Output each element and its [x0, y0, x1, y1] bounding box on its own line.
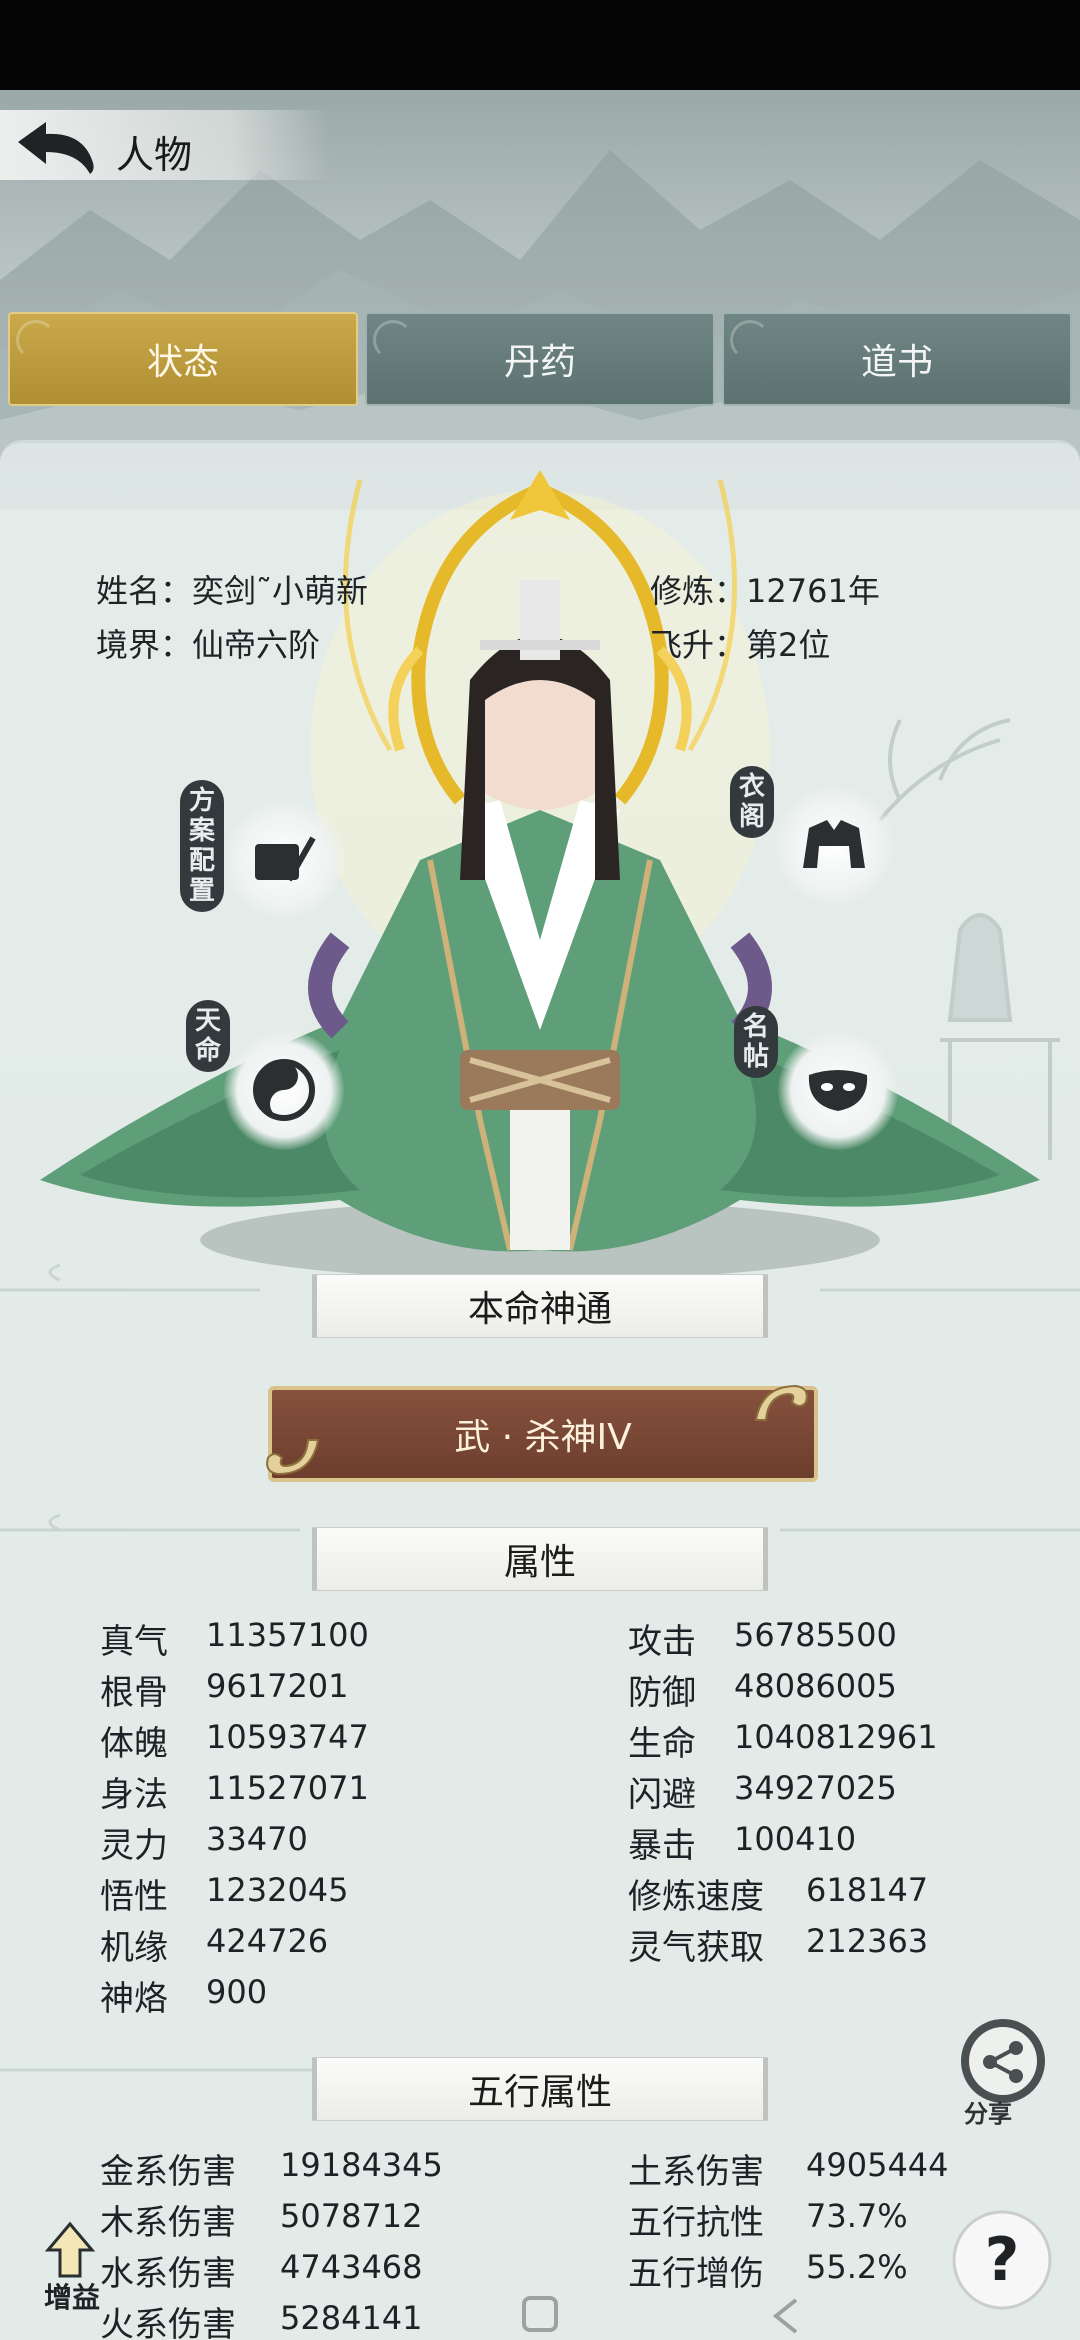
- stat-value: 9617201: [206, 1667, 349, 1705]
- tab-ornament: [373, 320, 413, 360]
- stat-name: 金系伤害: [100, 2152, 236, 2192]
- stat-name: 悟性: [100, 1877, 168, 1917]
- status-bar: [0, 0, 1080, 90]
- stat-value: 212363: [806, 1922, 929, 1960]
- innate-section-title: 本命神通: [467, 1289, 612, 1330]
- ascend-row: 飞升：第2位: [650, 620, 830, 666]
- back-arrow-icon[interactable]: [12, 120, 98, 176]
- taiji-icon: [224, 1030, 344, 1150]
- innate-section-header: 本命神通: [312, 1275, 768, 1337]
- stat-value: 100410: [734, 1820, 857, 1858]
- innate-skill-button[interactable]: 武 · 杀神IV: [268, 1386, 818, 1482]
- wardrobe-button[interactable]: 衣阁: [730, 766, 894, 916]
- up-arrow-icon: [44, 2221, 96, 2278]
- tab-bar: 状态 丹药 道书: [8, 312, 1072, 406]
- stat-name: 机缘: [100, 1928, 168, 1968]
- back-nav-icon[interactable]: [772, 2298, 798, 2334]
- cultivate-label: 修炼：: [650, 572, 747, 610]
- wardrobe-label: 衣阁: [730, 766, 774, 838]
- mask-icon: [778, 1030, 898, 1150]
- stat-name: 土系伤害: [628, 2152, 764, 2192]
- stat-name: 身法: [100, 1775, 168, 1815]
- stat-value: 900: [206, 1973, 268, 2011]
- stat-name: 体魄: [100, 1724, 168, 1764]
- svg-text:?: ?: [985, 2225, 1020, 2295]
- skill-corner-ornament: [266, 1439, 320, 1476]
- realm-label: 境界：: [96, 626, 193, 664]
- stat-name: 攻击: [628, 1622, 696, 1662]
- realm-row: 境界：仙帝六阶: [96, 620, 320, 666]
- header-bar: 人物: [0, 90, 1080, 200]
- share-button[interactable]: 分享: [958, 2016, 1048, 2128]
- stat-name: 生命: [628, 1724, 696, 1764]
- ascend-value: 第2位: [746, 626, 831, 664]
- name-card-label: 名帖: [734, 1006, 778, 1078]
- stat-value: 73.7%: [806, 2197, 908, 2235]
- page-title: 人物: [116, 133, 193, 177]
- home-nav-icon[interactable]: [522, 2296, 558, 2332]
- stat-value: 5078712: [280, 2197, 423, 2235]
- stat-value: 48086005: [734, 1667, 897, 1705]
- scroll-brush-icon: [224, 800, 344, 920]
- cultivate-value: 12761年: [746, 572, 880, 610]
- stat-value: 55.2%: [806, 2248, 908, 2286]
- tab-books[interactable]: 道书: [722, 312, 1072, 406]
- stat-value: 10593747: [206, 1718, 369, 1756]
- attributes-section-header: 属性: [312, 1528, 768, 1590]
- tab-label: 道书: [860, 342, 933, 383]
- stat-name: 真气: [100, 1622, 168, 1662]
- stat-value: 33470: [206, 1820, 308, 1858]
- stat-name: 灵气获取: [628, 1928, 764, 1968]
- stat-name: 暴击: [628, 1826, 696, 1866]
- elements-section-title: 五行属性: [467, 2072, 612, 2113]
- realm-value: 仙帝六阶: [192, 626, 321, 664]
- innate-skill-label: 武 · 杀神IV: [454, 1417, 632, 1458]
- stat-value: 19184345: [280, 2146, 443, 2184]
- stat-name: 五行增伤: [628, 2254, 764, 2294]
- stat-name: 灵力: [100, 1826, 168, 1866]
- robe-icon: [774, 786, 894, 906]
- name-label: 姓名：: [96, 572, 193, 610]
- skill-corner-ornament: [754, 1384, 808, 1421]
- stat-value: 4905444: [806, 2146, 949, 2184]
- name-row: 姓名：奕剑˜小萌新: [96, 566, 368, 612]
- stat-value: 11357100: [206, 1616, 369, 1654]
- tab-label: 丹药: [503, 342, 576, 383]
- tab-pills[interactable]: 丹药: [365, 312, 715, 406]
- stat-name: 闪避: [628, 1775, 696, 1815]
- plan-config-label: 方案配置: [180, 780, 224, 912]
- share-label: 分享: [964, 2100, 1012, 2128]
- ascend-label: 飞升：: [650, 626, 747, 664]
- tab-status[interactable]: 状态: [8, 312, 358, 406]
- plan-config-button[interactable]: 方案配置: [180, 780, 344, 930]
- tab-label: 状态: [146, 342, 219, 383]
- tab-ornament: [16, 320, 56, 360]
- stat-name: 木系伤害: [100, 2203, 236, 2243]
- attributes-section-title: 属性: [503, 1542, 576, 1583]
- stat-value: 11527071: [206, 1769, 369, 1807]
- name-card-button[interactable]: 名帖: [730, 1006, 898, 1156]
- stat-name: 水系伤害: [100, 2254, 236, 2294]
- share-icon: [961, 2019, 1045, 2103]
- fate-label: 天命: [186, 1000, 230, 1072]
- tab-ornament: [730, 320, 770, 360]
- fate-button[interactable]: 天命: [180, 1000, 344, 1150]
- system-nav-bar: [522, 2296, 798, 2334]
- stat-name: 修炼速度: [628, 1877, 764, 1917]
- stat-value: 1040812961: [734, 1718, 938, 1756]
- name-value: 奕剑˜小萌新: [192, 572, 369, 610]
- stat-name: 五行抗性: [628, 2203, 764, 2243]
- stat-value: 34927025: [734, 1769, 897, 1807]
- stat-value: 4743468: [280, 2248, 423, 2286]
- cultivate-row: 修炼：12761年: [650, 566, 880, 612]
- stat-name: 神烙: [100, 1979, 168, 2019]
- stat-value: 424726: [206, 1922, 329, 1960]
- stat-value: 56785500: [734, 1616, 897, 1654]
- elements-section-header: 五行属性: [312, 2058, 768, 2120]
- stat-name: 根骨: [100, 1673, 168, 1713]
- stat-value: 1232045: [206, 1871, 349, 1909]
- stat-value: 618147: [806, 1871, 929, 1909]
- stat-name: 防御: [628, 1673, 696, 1713]
